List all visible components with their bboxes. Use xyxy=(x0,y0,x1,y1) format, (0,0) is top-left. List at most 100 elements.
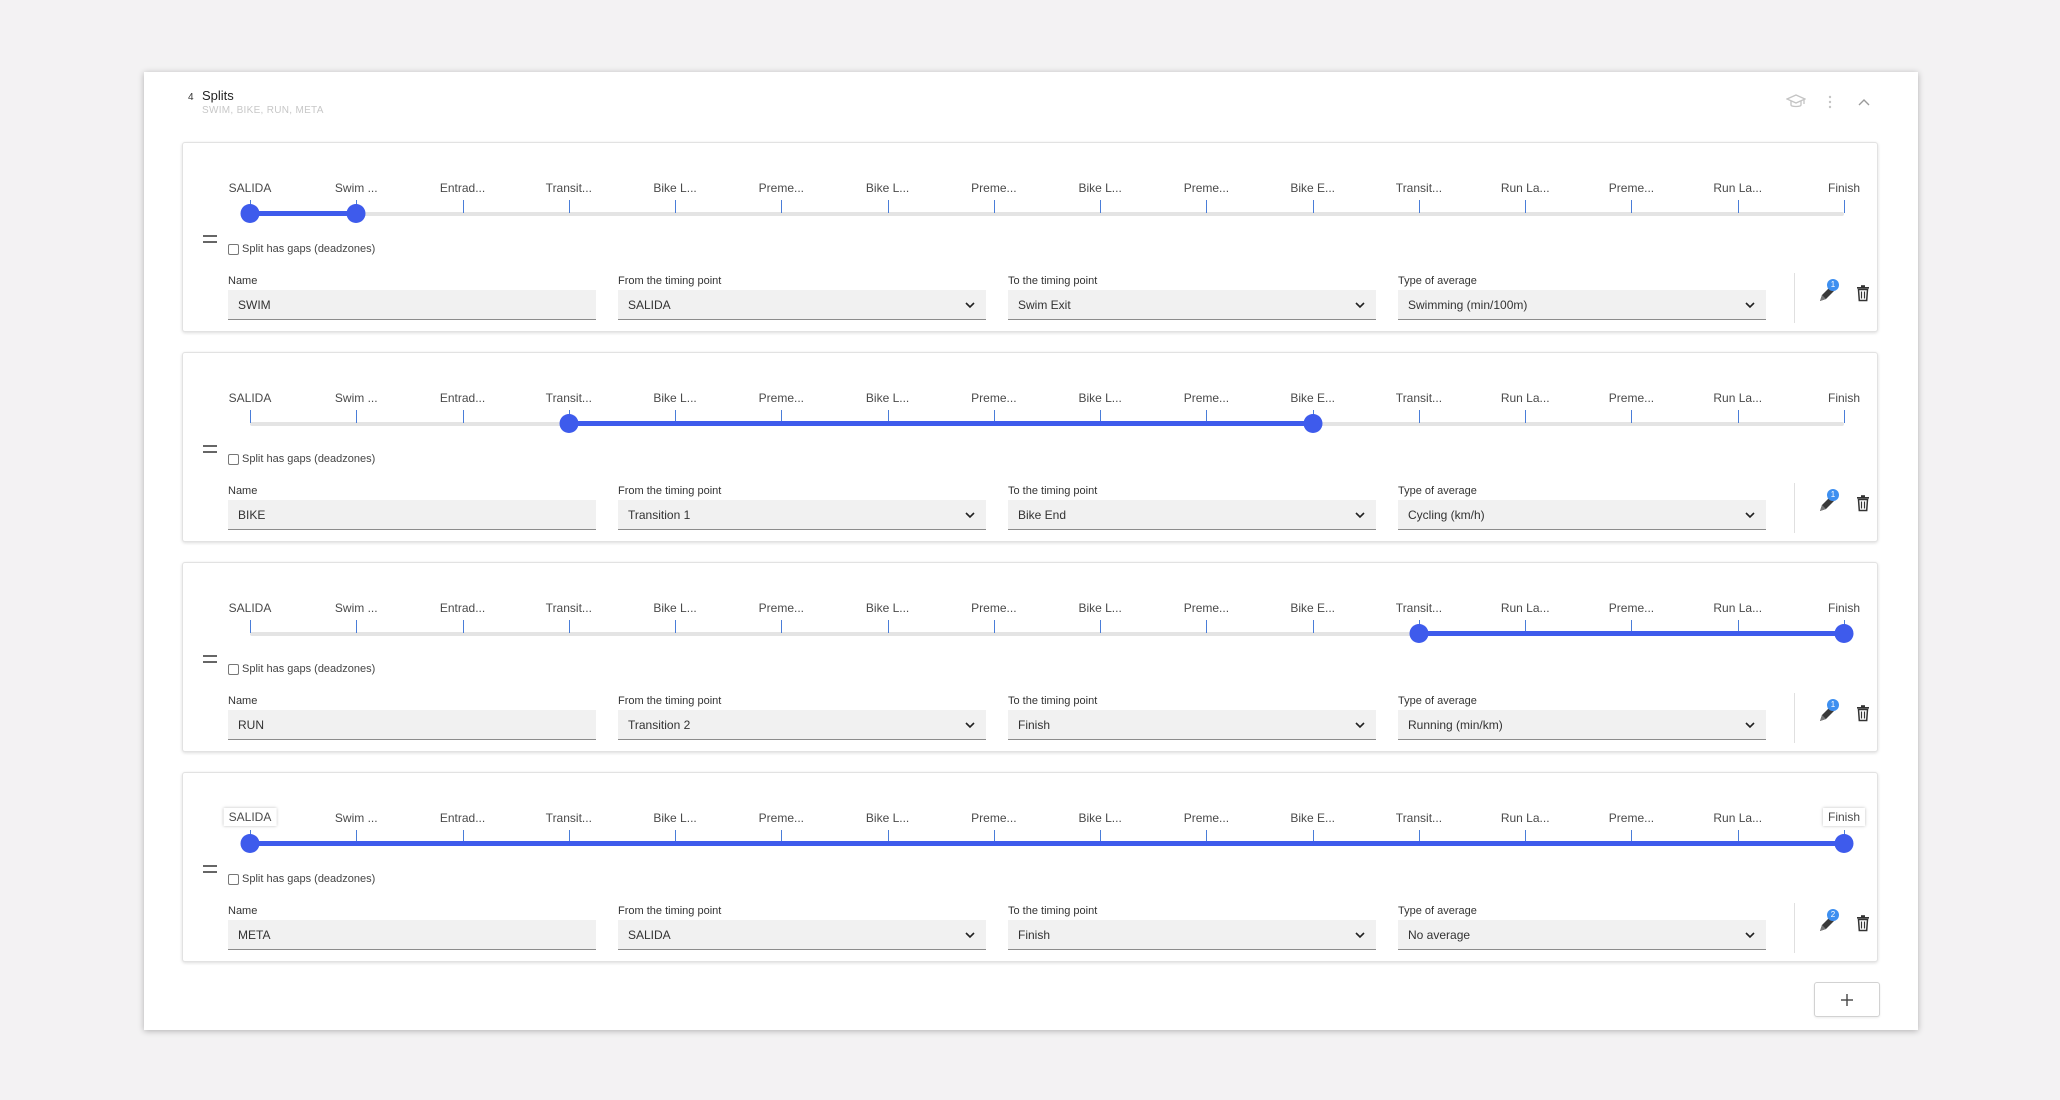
gaps-toggle[interactable]: Split has gaps (deadzones) xyxy=(228,663,375,675)
timing-point-label: Entrad... xyxy=(439,391,486,405)
average-select[interactable]: No average xyxy=(1398,920,1766,950)
timing-point-label: Swim ... xyxy=(334,391,378,405)
to-select[interactable]: Swim Exit xyxy=(1008,290,1376,320)
average-select[interactable]: Swimming (min/100m) xyxy=(1398,290,1766,320)
actions-divider xyxy=(1794,693,1795,743)
to-select[interactable]: Finish xyxy=(1008,710,1376,740)
end-handle[interactable] xyxy=(1834,834,1854,853)
timing-point-label: Bike E... xyxy=(1290,811,1335,825)
splits-panel: 4 Splits SWIM, BIKE, RUN, META SALIDA Swi… xyxy=(144,72,1918,1030)
gaps-toggle[interactable]: Split has gaps (deadzones) xyxy=(228,243,375,255)
name-label: Name xyxy=(228,275,258,287)
delete-button[interactable] xyxy=(1854,494,1872,512)
timing-range-slider[interactable]: SALIDA Swim ... Entrad... Transit... Bike L.… xyxy=(183,773,1877,853)
gaps-label: Split has gaps (deadzones) xyxy=(242,453,376,465)
end-handle[interactable] xyxy=(1834,624,1854,643)
timing-point-tick xyxy=(1100,620,1102,633)
to-select[interactable]: Bike End xyxy=(1008,500,1376,530)
delete-button[interactable] xyxy=(1854,284,1872,302)
edit-button[interactable]: 2 xyxy=(1816,909,1840,935)
end-handle[interactable] xyxy=(1303,414,1323,433)
start-handle[interactable] xyxy=(1409,624,1429,643)
from-select[interactable]: Transition 2 xyxy=(618,710,986,740)
chevron-down-icon xyxy=(1745,301,1755,308)
timing-point-tick xyxy=(1100,200,1102,213)
edit-button[interactable]: 1 xyxy=(1816,279,1840,305)
timing-point-label: Preme... xyxy=(758,181,805,195)
from-select[interactable]: SALIDA xyxy=(618,290,986,320)
edit-button[interactable]: 1 xyxy=(1816,699,1840,725)
timing-point-label: Bike L... xyxy=(865,181,910,195)
graduation-cap-icon[interactable] xyxy=(1786,92,1806,112)
average-field-group: Type of average Swimming (min/100m) xyxy=(1398,274,1766,320)
name-input[interactable]: SWIM xyxy=(228,290,596,320)
gaps-checkbox[interactable] xyxy=(228,243,239,255)
more-vertical-icon[interactable] xyxy=(1820,92,1840,112)
timing-point-tick xyxy=(356,620,358,633)
gaps-toggle[interactable]: Split has gaps (deadzones) xyxy=(228,453,375,465)
edit-button[interactable]: 1 xyxy=(1816,489,1840,515)
average-select[interactable]: Cycling (km/h) xyxy=(1398,500,1766,530)
drag-handle-icon[interactable] xyxy=(203,865,217,873)
timing-point-tick xyxy=(1418,410,1420,423)
name-input[interactable]: META xyxy=(228,920,596,950)
section-subtitle: SWIM, BIKE, RUN, META xyxy=(202,105,324,116)
drag-handle-icon[interactable] xyxy=(203,445,217,453)
delete-button[interactable] xyxy=(1854,704,1872,722)
timing-point-label: Bike E... xyxy=(1290,181,1335,195)
name-label: Name xyxy=(228,695,258,707)
chevron-up-icon[interactable] xyxy=(1854,92,1874,112)
gaps-checkbox[interactable] xyxy=(228,453,239,465)
timing-point-tick xyxy=(568,620,570,633)
gaps-checkbox[interactable] xyxy=(228,663,239,675)
timing-point-label: Bike L... xyxy=(1078,601,1122,615)
average-field-group: Type of average No average xyxy=(1398,904,1766,950)
to-select[interactable]: Finish xyxy=(1008,920,1376,950)
from-select[interactable]: Transition 1 xyxy=(618,500,986,530)
start-handle[interactable] xyxy=(240,834,260,853)
timing-point-label: Preme... xyxy=(1183,391,1230,405)
timing-point-label: SALIDA xyxy=(228,181,272,195)
end-handle[interactable] xyxy=(346,204,366,223)
chevron-down-icon xyxy=(965,301,975,308)
timing-point-tick xyxy=(1525,410,1527,423)
average-select[interactable]: Running (min/km) xyxy=(1398,710,1766,740)
from-value: Transition 1 xyxy=(628,507,691,522)
timing-range-slider[interactable]: SALIDA Swim ... Entrad... Transit... Bike L.… xyxy=(183,353,1877,433)
slider-track[interactable] xyxy=(250,212,1844,216)
header-actions xyxy=(1786,92,1874,112)
chevron-down-icon xyxy=(965,931,975,938)
gaps-toggle[interactable]: Split has gaps (deadzones) xyxy=(228,873,375,885)
from-field-group: From the timing point Transition 1 xyxy=(618,484,986,530)
name-label: Name xyxy=(228,905,258,917)
timing-point-label: Run La... xyxy=(1713,181,1763,195)
timing-point-label: Entrad... xyxy=(439,181,486,195)
gaps-checkbox[interactable] xyxy=(228,873,239,885)
timing-range-slider[interactable]: SALIDA Swim ... Entrad... Transit... Bike L.… xyxy=(183,143,1877,223)
average-field-group: Type of average Running (min/km) xyxy=(1398,694,1766,740)
start-handle[interactable] xyxy=(559,414,579,433)
timing-range-slider[interactable]: SALIDA Swim ... Entrad... Transit... Bike L.… xyxy=(183,563,1877,643)
to-value: Finish xyxy=(1018,927,1051,942)
timing-point-label: Preme... xyxy=(971,181,1017,195)
timing-point-tick xyxy=(1631,410,1633,423)
start-handle[interactable] xyxy=(240,204,260,223)
delete-button[interactable] xyxy=(1854,914,1872,932)
split-card-run: SALIDA Swim ... Entrad... Transit... Bike L.… xyxy=(182,562,1878,752)
drag-handle-icon[interactable] xyxy=(203,235,217,243)
drag-handle-icon[interactable] xyxy=(203,655,217,663)
name-input[interactable]: RUN xyxy=(228,710,596,740)
from-select[interactable]: SALIDA xyxy=(618,920,986,950)
to-value: Finish xyxy=(1018,717,1051,732)
name-input[interactable]: BIKE xyxy=(228,500,596,530)
average-value: Running (min/km) xyxy=(1408,717,1503,732)
name-value: META xyxy=(238,927,271,942)
selected-range xyxy=(250,841,1844,846)
chevron-down-icon xyxy=(965,721,975,728)
timing-point-label: Run La... xyxy=(1500,391,1550,405)
chevron-down-icon xyxy=(1745,931,1755,938)
timing-point-label: Swim ... xyxy=(334,181,378,195)
timing-point-tick xyxy=(356,410,358,423)
name-field-group: Name RUN xyxy=(228,694,596,740)
add-split-button[interactable] xyxy=(1814,982,1880,1017)
